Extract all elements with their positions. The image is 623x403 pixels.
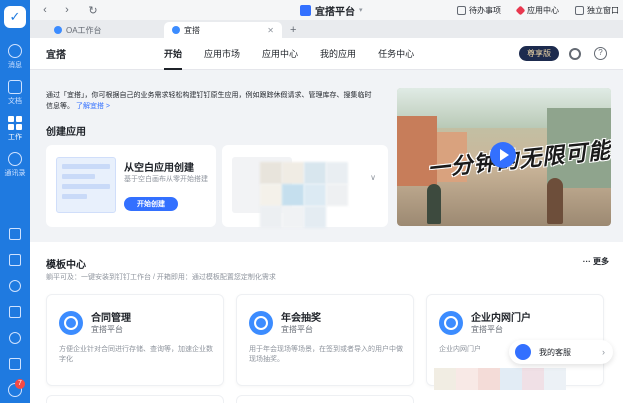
mail-icon[interactable] (9, 358, 21, 370)
menu-item-app-center[interactable]: 应用中心 (262, 38, 298, 70)
app-center-label: 应用中心 (527, 5, 559, 15)
chevron-right-icon: › (602, 347, 605, 357)
yida-tab-icon (172, 26, 180, 34)
customer-service-label: 我的客服 (539, 347, 571, 357)
template-card-contract[interactable]: 合同管理 宜搭平台 方便企业针对合同进行存储、查询等，加速企业数字化 (46, 294, 224, 386)
template-card-partial[interactable] (46, 395, 224, 403)
template-card-partial[interactable] (236, 395, 414, 403)
blank-app-desc: 基于空白画布从零开始搭建 (124, 176, 208, 183)
standalone-window-button[interactable]: 独立窗口 (575, 5, 619, 16)
gear-icon[interactable] (569, 47, 581, 60)
video-character (547, 178, 563, 224)
contract-template-icon (59, 311, 83, 335)
menu-item-start[interactable]: 开始 (164, 38, 183, 70)
app-center-icon (515, 5, 526, 15)
rail-item-label: 通讯录 (4, 170, 26, 177)
help-icon[interactable]: ? (594, 47, 607, 60)
chevron-down-icon[interactable]: ∨ (370, 173, 376, 182)
calendar-icon[interactable] (9, 228, 21, 240)
rail-item-messages[interactable]: 消息 (8, 44, 22, 70)
intranet-template-icon (439, 311, 463, 335)
todo-label: 待办事项 (469, 5, 501, 15)
intro-text: 通过「宜搭」，你可根据自己的业务需求轻松构建钉钉原生应用，例如跟踪休假请求、管理… (46, 90, 376, 112)
menu-item-task-center[interactable]: 任务中心 (378, 38, 414, 70)
new-tab-button[interactable]: + (290, 24, 296, 36)
notification-badge: 7 (15, 379, 25, 389)
rail-item-label: 文档 (8, 98, 22, 105)
window-icon (575, 5, 584, 15)
blank-app-card[interactable]: 从空白应用创建 基于空白画布从零开始搭建 开始创建 (46, 145, 216, 227)
app-logo[interactable]: ✓ (4, 6, 26, 28)
video-character (427, 184, 441, 224)
intro-video[interactable]: 一分钟的无限可能 (397, 88, 611, 226)
tab-oa-workbench[interactable]: OA工作台 (46, 22, 164, 38)
more-templates-button[interactable]: ··· 更多 (583, 256, 609, 267)
template-desc: 方便企业针对合同进行存储、查询等，加速企业数字化 (59, 346, 213, 363)
blank-app-thumbnail (56, 157, 116, 213)
template-name: 年会抽奖 (281, 313, 321, 324)
contacts-icon (8, 152, 22, 166)
rail-item-label: 消息 (8, 62, 22, 69)
template-card-lottery[interactable]: 年会抽奖 宜搭平台 用于年会现场等场景，在签到或者导入的用户中做现场抽奖。 (236, 294, 414, 386)
grid-icon (8, 116, 22, 130)
tab-label: OA工作台 (66, 25, 102, 35)
top-menu: 开始 应用市场 应用中心 我的应用 任务中心 (164, 38, 414, 70)
app-header: 宜搭 开始 应用市场 应用中心 我的应用 任务中心 尊享版 ? (30, 38, 623, 70)
customer-service-button[interactable]: 我的客服 › (509, 340, 613, 364)
doc-icon (8, 80, 22, 94)
lottery-template-icon (249, 311, 273, 335)
menu-item-my-apps[interactable]: 我的应用 (320, 38, 356, 70)
ding-icon[interactable] (9, 280, 21, 292)
tab-bar: OA工作台 宜搭 ✕ + (30, 20, 623, 38)
back-button[interactable]: ‹ (38, 4, 52, 16)
template-publisher: 宜搭平台 (471, 325, 503, 334)
brand-name: 宜搭 (46, 50, 66, 61)
message-icon (8, 44, 22, 58)
tab-label: 宜搭 (184, 25, 200, 35)
yida-app-icon (300, 4, 311, 16)
vip-edition-button[interactable]: 尊享版 (519, 46, 559, 61)
todo-icon (457, 5, 466, 15)
rail-item-docs[interactable]: 文档 (8, 80, 22, 106)
refresh-button[interactable]: ↻ (86, 4, 100, 17)
standalone-window-label: 独立窗口 (587, 5, 619, 15)
title-bar: ‹ › ↻ 宜搭平台 ▾ 待办事项 应用中心 独立窗口 (30, 0, 623, 20)
start-create-button[interactable]: 开始创建 (124, 197, 178, 211)
create-app-heading: 创建应用 (46, 127, 86, 138)
customer-service-icon (515, 344, 531, 360)
template-name: 合同管理 (91, 313, 131, 324)
notebook-icon[interactable] (9, 306, 21, 318)
template-name: 企业内网门户 (471, 313, 531, 324)
close-icon[interactable]: ✕ (267, 26, 274, 35)
rail-item-work[interactable]: 工作 (8, 116, 22, 142)
rail-tools (9, 228, 21, 370)
oa-tab-icon (54, 26, 62, 34)
title-bar-actions: 待办事项 应用中心 独立窗口 (457, 5, 619, 16)
forward-button[interactable]: › (60, 4, 74, 16)
logo-glyph: ✓ (9, 9, 21, 24)
play-button[interactable] (490, 142, 516, 168)
rail-item-contacts[interactable]: 通讯录 (5, 152, 26, 178)
rail-nav: 消息 文档 工作 通讯录 (5, 44, 26, 178)
menu-item-market[interactable]: 应用市场 (204, 38, 240, 70)
todo-button[interactable]: 待办事项 (457, 5, 501, 16)
window-title[interactable]: 宜搭平台 ▾ (300, 3, 363, 18)
chevron-down-icon: ▾ (359, 7, 363, 14)
phone-icon[interactable] (9, 332, 21, 344)
app-center-button[interactable]: 应用中心 (515, 5, 559, 16)
learn-more-link[interactable]: 了解宜搭 > (76, 103, 110, 110)
left-rail: ✓ 消息 文档 工作 通讯录 7 (0, 0, 30, 403)
template-center-subtitle: 躺平可及：一键安装到钉钉工作台 / 开箱即用：通过模板配置您定制化需求 (46, 274, 276, 281)
tab-yida[interactable]: 宜搭 ✕ (164, 22, 282, 38)
template-desc: 用于年会现场等场景，在签到或者导入的用户中做现场抽奖。 (249, 346, 403, 363)
blurred-region (260, 162, 364, 240)
template-center-title: 模板中心 (46, 260, 86, 271)
task-icon[interactable] (9, 254, 21, 266)
window-title-text: 宜搭平台 (315, 6, 355, 18)
rail-item-label: 工作 (8, 134, 22, 141)
main-content: 通过「宜搭」，你可根据自己的业务需求轻松构建钉钉原生应用，例如跟踪休假请求、管理… (30, 70, 623, 403)
blank-app-title: 从空白应用创建 (124, 163, 194, 174)
template-publisher: 宜搭平台 (281, 325, 313, 334)
template-publisher: 宜搭平台 (91, 325, 123, 334)
